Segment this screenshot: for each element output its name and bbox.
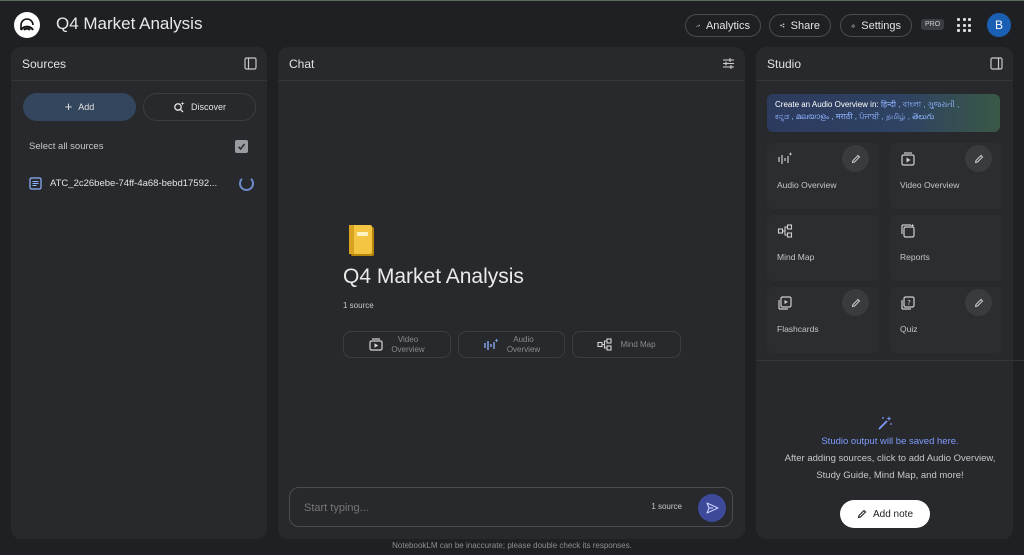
- video-overview-icon: [901, 152, 915, 166]
- banner-prefix: Create an Audio Overview in:: [775, 100, 879, 109]
- notebook-title[interactable]: Q4 Market Analysis: [56, 14, 202, 34]
- video-chip-line1: Video: [397, 334, 419, 344]
- gear-icon: [851, 23, 855, 28]
- chat-title: Chat: [289, 57, 315, 71]
- select-all-label: Select all sources: [29, 141, 104, 152]
- audio-language-banner[interactable]: Create an Audio Overview in: हिन्दी , বা…: [767, 94, 1000, 132]
- video-overview-icon: [369, 338, 383, 351]
- video-overview-chip[interactable]: Video Overview: [343, 331, 451, 358]
- sources-panel: Sources + Add Discover Select all source…: [11, 47, 267, 539]
- pro-badge: PRO: [921, 19, 945, 30]
- video-chip-line2: Overview: [391, 344, 425, 354]
- edit-pencil-icon[interactable]: [965, 289, 992, 316]
- disclaimer-footer: NotebookLM can be inaccurate; please dou…: [392, 541, 632, 550]
- studio-header: Studio: [756, 47, 1013, 81]
- magic-wand-icon: [878, 416, 892, 430]
- mind-map-icon: [597, 338, 612, 351]
- top-bar: Q4 Market Analysis Analytics Share Setti…: [0, 0, 1024, 46]
- avatar[interactable]: B: [987, 13, 1011, 37]
- flashcards-label: Flashcards: [777, 324, 819, 334]
- chat-input[interactable]: [304, 499, 624, 517]
- studio-empty-message: Studio output will be saved here. After …: [756, 433, 1024, 484]
- notebooklm-logo-icon[interactable]: [14, 12, 40, 38]
- document-icon: [29, 176, 42, 190]
- reports-icon: [901, 223, 915, 238]
- mind-map-chip-label: Mind Map: [620, 339, 656, 349]
- share-button[interactable]: Share: [769, 14, 831, 37]
- mind-map-label: Mind Map: [777, 252, 815, 262]
- studio-output-heading: Studio output will be saved here.: [821, 436, 959, 447]
- send-arrow-icon: [705, 502, 719, 514]
- studio-title: Studio: [767, 57, 802, 71]
- source-item[interactable]: ATC_2c26bebe-74ff-4a68-bebd17592...: [29, 175, 254, 191]
- video-overview-tile[interactable]: Video Overview: [890, 143, 1002, 209]
- mind-map-tile[interactable]: Mind Map: [767, 215, 879, 281]
- source-count: 1 source: [343, 301, 374, 310]
- edit-pencil-icon[interactable]: [965, 145, 992, 172]
- source-name: ATC_2c26bebe-74ff-4a68-bebd17592...: [50, 177, 218, 189]
- discover-search-sparkle-icon: [174, 101, 185, 113]
- banner-languages-line2: ಕನ್ನಡ , മലയാളം , मराठी , ਪੰਜਾਬੀ , தமிழ் …: [775, 112, 935, 121]
- composer-source-count: 1 source: [651, 502, 682, 511]
- loading-spinner-icon: [239, 175, 254, 191]
- video-overview-chip-label: Video Overview: [391, 335, 424, 355]
- collapse-panel-icon[interactable]: [990, 57, 1003, 70]
- add-note-label: Add note: [872, 508, 914, 520]
- audio-overview-chip-label: Audio Overview: [507, 335, 540, 355]
- reports-label: Reports: [900, 252, 930, 262]
- add-label: Add: [78, 102, 95, 112]
- video-overview-label: Video Overview: [900, 180, 960, 190]
- trending-up-icon: [696, 24, 700, 27]
- tune-settings-icon[interactable]: [722, 57, 735, 70]
- analytics-label: Analytics: [705, 19, 750, 32]
- discover-sources-button[interactable]: Discover: [143, 93, 256, 121]
- apps-grid-icon[interactable]: [957, 18, 971, 32]
- svg-text:?: ?: [907, 299, 911, 307]
- audio-overview-label: Audio Overview: [777, 180, 837, 190]
- audio-waveform-icon: [778, 152, 793, 164]
- sources-header: Sources: [11, 47, 267, 81]
- notebook-heading: Q4 Market Analysis: [343, 265, 524, 288]
- flashcards-tile[interactable]: Flashcards: [767, 287, 879, 353]
- settings-button[interactable]: Settings: [840, 14, 912, 37]
- studio-divider: [756, 360, 1024, 361]
- add-source-button[interactable]: + Add: [23, 93, 136, 121]
- audio-chip-line2: Overview: [506, 344, 541, 354]
- quiz-icon: ?: [901, 296, 915, 310]
- chat-header: Chat: [278, 47, 745, 81]
- banner-languages-line1: हिन्दी , বাংলা , ગુજરાતી ,: [880, 100, 960, 109]
- studio-output-line2: Study Guide, Mind Map, and more!: [816, 470, 964, 481]
- sources-title: Sources: [22, 57, 67, 71]
- studio-panel: Studio Create an Audio Overview in: हिन्…: [756, 47, 1024, 539]
- audio-overview-chip[interactable]: Audio Overview: [458, 331, 565, 358]
- collapse-panel-icon[interactable]: [244, 57, 257, 70]
- studio-output-line1: After adding sources, click to add Audio…: [784, 453, 996, 464]
- notebook-emoji-icon: [348, 224, 376, 263]
- quiz-label: Quiz: [900, 324, 918, 334]
- edit-pencil-icon[interactable]: [842, 289, 869, 316]
- share-icon: [780, 23, 785, 28]
- audio-waveform-icon: [484, 338, 499, 350]
- checkmark-icon: [237, 143, 246, 151]
- chat-composer: 1 source: [289, 487, 733, 527]
- flashcards-icon: [778, 296, 792, 310]
- pencil-icon: [857, 509, 867, 519]
- select-all-checkbox[interactable]: [235, 140, 248, 153]
- audio-chip-line1: Audio: [513, 334, 534, 344]
- mind-map-icon: [777, 224, 793, 238]
- audio-overview-tile[interactable]: Audio Overview: [767, 143, 879, 209]
- add-note-button[interactable]: Add note: [840, 500, 930, 528]
- send-button[interactable]: [698, 494, 726, 522]
- analytics-button[interactable]: Analytics: [685, 14, 761, 37]
- quiz-tile[interactable]: ? Quiz: [890, 287, 1002, 353]
- mind-map-chip[interactable]: Mind Map: [572, 331, 681, 358]
- share-label: Share: [790, 19, 820, 32]
- reports-tile[interactable]: Reports: [890, 215, 1002, 281]
- plus-icon: +: [64, 99, 73, 114]
- chat-panel: Chat Q4 Market Analysis 1 source Video Ov…: [278, 47, 745, 539]
- edit-pencil-icon[interactable]: [842, 145, 869, 172]
- settings-label: Settings: [861, 19, 901, 32]
- discover-label: Discover: [190, 102, 226, 112]
